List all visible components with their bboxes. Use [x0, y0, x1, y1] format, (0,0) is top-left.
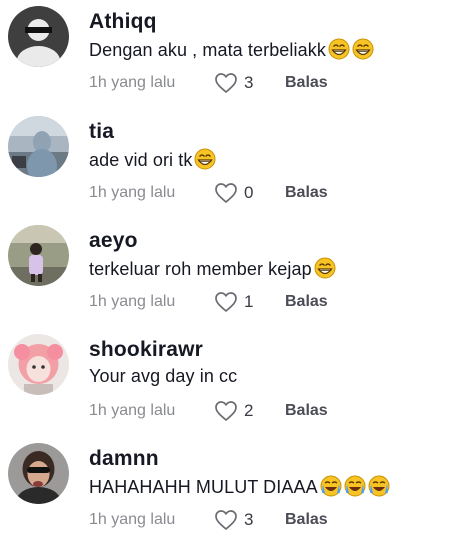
crying-emoji — [368, 475, 390, 497]
heart-icon — [215, 183, 237, 203]
comment-text: Your avg day in cc — [89, 366, 237, 387]
like-count: 0 — [244, 183, 254, 202]
like-count: 3 — [244, 73, 254, 92]
comment-item: shookirawr Your avg day in cc 1h yang lalu… — [0, 330, 473, 438]
comment-timestamp: 1h yang lalu — [89, 511, 176, 528]
comment-text-body: terkeluar roh member kejap — [89, 259, 312, 279]
heart-icon — [215, 292, 237, 312]
grin-sweat-emoji — [352, 38, 374, 60]
crying-emoji — [344, 475, 366, 497]
comment-text: terkeluar roh member kejap — [89, 257, 338, 284]
avatar[interactable] — [8, 443, 69, 504]
comment-item: damnn HAHAHAHH MULUT DIAAA 1h yang lalu 3 Ba… — [0, 439, 473, 547]
avatar[interactable] — [8, 225, 69, 286]
comment-item: tia ade vid ori tk 1h yang lalu 0 Balas — [0, 112, 473, 220]
comment-emojis — [194, 148, 218, 175]
like-button[interactable]: 3 — [214, 72, 253, 94]
like-button[interactable]: 0 — [214, 182, 253, 204]
comment-username[interactable]: Athiqq — [89, 10, 157, 34]
reply-button[interactable]: Balas — [285, 402, 328, 420]
comment-username[interactable]: tia — [89, 120, 114, 144]
reply-button[interactable]: Balas — [285, 511, 328, 529]
like-button[interactable]: 3 — [214, 509, 253, 531]
avatar[interactable] — [8, 6, 69, 67]
comment-text-body: Your avg day in cc — [89, 366, 238, 386]
heart-icon — [215, 510, 237, 530]
heart-icon — [215, 401, 237, 421]
comment-emojis — [320, 475, 392, 502]
reply-button[interactable]: Balas — [285, 74, 328, 92]
like-button[interactable]: 2 — [214, 400, 253, 422]
like-count: 2 — [244, 401, 254, 420]
heart-icon — [215, 73, 237, 93]
comment-emojis — [314, 257, 338, 284]
comment-timestamp: 1h yang lalu — [89, 184, 176, 201]
reply-button[interactable]: Balas — [285, 184, 328, 202]
comment-emojis — [328, 38, 376, 65]
avatar[interactable] — [8, 334, 69, 395]
like-button[interactable]: 1 — [214, 291, 253, 313]
comment-username[interactable]: aeyo — [89, 229, 138, 253]
grin-sweat-emoji — [194, 148, 216, 170]
comment-text: ade vid ori tk — [89, 148, 218, 175]
comment-text: Dengan aku , mata terbeliakk — [89, 38, 376, 65]
avatar[interactable] — [8, 116, 69, 177]
like-count: 1 — [244, 292, 254, 311]
comment-username[interactable]: damnn — [89, 447, 159, 471]
comment-timestamp: 1h yang lalu — [89, 402, 176, 419]
comment-item: aeyo terkeluar roh member kejap 1h yang la… — [0, 221, 473, 329]
comment-text-body: ade vid ori tk — [89, 150, 193, 170]
comment-username[interactable]: shookirawr — [89, 338, 203, 362]
comment-timestamp: 1h yang lalu — [89, 293, 176, 310]
reply-button[interactable]: Balas — [285, 293, 328, 311]
grin-sweat-emoji — [314, 257, 336, 279]
like-count: 3 — [244, 510, 254, 529]
comment-timestamp: 1h yang lalu — [89, 74, 176, 91]
crying-emoji — [320, 475, 342, 497]
comment-item: Athiqq Dengan aku , mata terbeliakk 1h yan… — [0, 2, 473, 110]
grin-sweat-emoji — [328, 38, 350, 60]
comment-text-body: HAHAHAHH MULUT DIAAA — [89, 477, 318, 497]
comment-text: HAHAHAHH MULUT DIAAA — [89, 475, 392, 502]
comment-text-body: Dengan aku , mata terbeliakk — [89, 40, 326, 60]
